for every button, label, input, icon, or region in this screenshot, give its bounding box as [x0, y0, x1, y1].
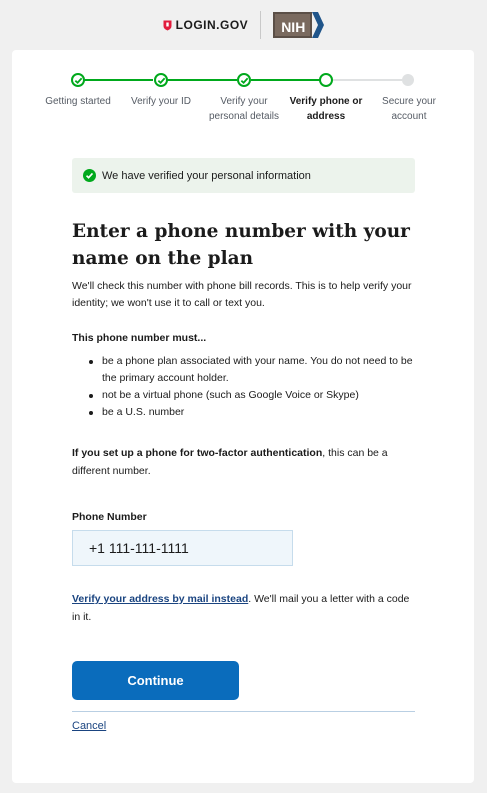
nih-text: NIH [273, 12, 313, 38]
step-4-current-icon [319, 73, 333, 87]
alert-text: We have verified your personal informati… [102, 169, 311, 182]
main-card: Getting started Verify your ID Verify yo… [12, 50, 474, 783]
requirements-list: be a phone plan associated with your nam… [72, 353, 417, 421]
two-factor-note: If you set up a phone for two-factor aut… [72, 444, 417, 480]
list-item: be a phone plan associated with your nam… [72, 353, 417, 387]
step-3-complete-icon [237, 73, 251, 87]
page-title: Enter a phone number with your name on t… [72, 221, 410, 269]
requirements-heading: This phone number must... [72, 332, 207, 344]
brand-name: LOGIN.GOV [175, 18, 249, 32]
step-connector [84, 79, 153, 81]
verify-by-mail-link[interactable]: Verify your address by mail instead [72, 593, 248, 605]
step-5-upcoming-icon [402, 74, 414, 86]
phone-number-label: Phone Number [72, 511, 147, 523]
site-header: LOGIN.GOV NIH [0, 0, 487, 50]
nih-logo: NIH [273, 12, 325, 38]
step-connector [251, 79, 321, 81]
two-factor-note-bold: If you set up a phone for two-factor aut… [72, 447, 323, 459]
step-2-complete-icon [154, 73, 168, 87]
success-alert: We have verified your personal informati… [72, 158, 415, 193]
step-label: Verify your personal details [208, 96, 280, 122]
cancel-link[interactable]: Cancel [72, 720, 106, 732]
check-circle-icon [83, 169, 96, 182]
step-label: Secure your account [382, 96, 436, 122]
step-connector [167, 79, 237, 81]
step-label: Getting started [45, 96, 111, 107]
shield-icon [163, 20, 172, 30]
step-label-current: Verify phone or address [289, 96, 363, 122]
step-connector [332, 79, 402, 81]
login-gov-logo[interactable]: LOGIN.GOV [163, 18, 249, 32]
header-divider [260, 11, 262, 39]
continue-button[interactable]: Continue [72, 661, 239, 700]
list-item: be a U.S. number [72, 404, 417, 421]
nih-chevron-icon [312, 12, 325, 38]
step-1-complete-icon [71, 73, 85, 87]
step-label: Verify your ID [130, 96, 192, 107]
phone-number-input[interactable] [72, 530, 293, 566]
intro-text: We'll check this number with phone bill … [72, 280, 412, 309]
divider-line [72, 711, 415, 712]
mail-option-text: Verify your address by mail instead. We'… [72, 590, 417, 626]
list-item: not be a virtual phone (such as Google V… [72, 387, 417, 404]
